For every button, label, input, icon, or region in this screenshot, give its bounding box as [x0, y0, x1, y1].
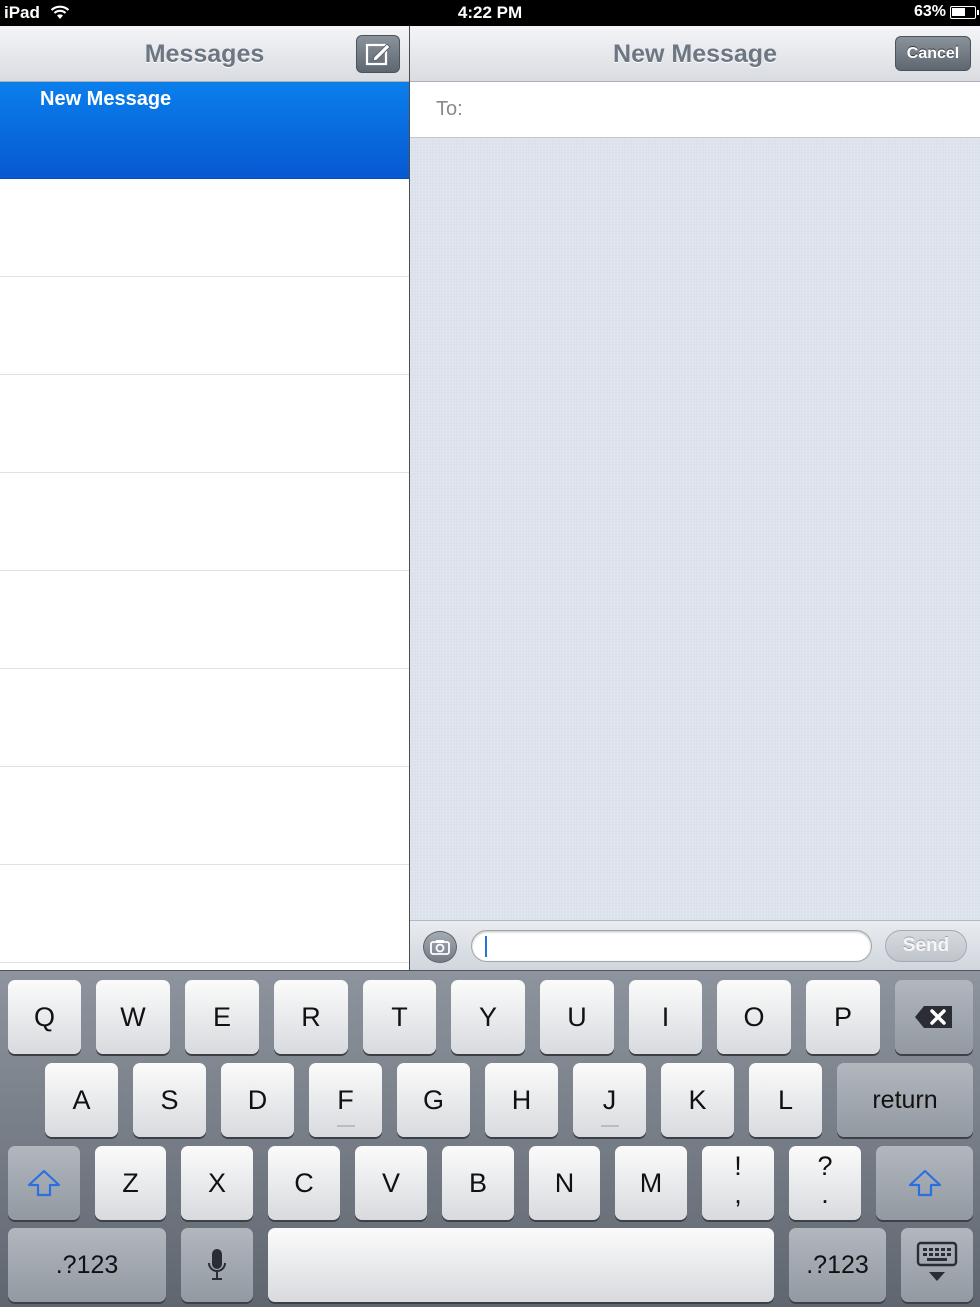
key-f[interactable]: F — [309, 1063, 382, 1137]
home-row-marker — [600, 1125, 619, 1127]
hide-keyboard-icon — [916, 1241, 958, 1281]
status-bar: iPad 4:22 PM 63% — [0, 0, 980, 26]
list-item — [0, 767, 409, 865]
key-p[interactable]: P — [806, 980, 880, 1054]
key-d[interactable]: D — [221, 1063, 294, 1137]
battery-percent: 63% — [913, 3, 946, 20]
list-item — [0, 865, 409, 963]
message-input[interactable] — [471, 930, 872, 962]
key-h[interactable]: H — [485, 1063, 558, 1137]
key-question-period[interactable]: ? . — [789, 1146, 861, 1220]
key-e[interactable]: E — [185, 980, 259, 1054]
cancel-button[interactable]: Cancel — [895, 36, 971, 71]
new-message-pane: New Message Cancel To: Send — [410, 26, 980, 970]
conversation-item-title: New Message — [40, 88, 172, 110]
key-exclamation-comma[interactable]: ! , — [702, 1146, 774, 1220]
backspace-icon — [915, 1006, 952, 1028]
shift-key-right[interactable] — [876, 1146, 973, 1220]
new-message-navbar: New Message Cancel — [410, 26, 980, 82]
camera-icon — [430, 940, 450, 955]
text-caret — [485, 936, 487, 957]
key-n[interactable]: N — [529, 1146, 600, 1220]
shift-icon — [27, 1169, 61, 1197]
key-c[interactable]: C — [268, 1146, 340, 1220]
list-item — [0, 571, 409, 669]
list-item — [0, 277, 409, 375]
key-r[interactable]: R — [274, 980, 348, 1054]
battery-icon — [950, 6, 979, 19]
key-g[interactable]: G — [397, 1063, 470, 1137]
key-label-bottom: , — [734, 1179, 742, 1209]
key-m[interactable]: M — [615, 1146, 687, 1220]
key-t[interactable]: T — [363, 980, 436, 1054]
recipient-input[interactable] — [480, 92, 960, 128]
backspace-key[interactable] — [895, 980, 973, 1054]
camera-button[interactable] — [423, 931, 457, 963]
home-row-marker — [336, 1125, 355, 1127]
key-label-top: ? — [817, 1151, 833, 1181]
compose-button[interactable] — [356, 35, 400, 73]
to-label: To: — [436, 98, 463, 120]
shift-key-left[interactable] — [8, 1146, 80, 1220]
onscreen-keyboard: Q W E R T Y U I O P A S D F G H J K L re… — [0, 970, 980, 1307]
return-key[interactable]: return — [837, 1063, 973, 1137]
send-button[interactable]: Send — [885, 930, 967, 962]
recipient-row: To: — [410, 82, 980, 138]
key-s[interactable]: S — [133, 1063, 206, 1137]
key-b[interactable]: B — [442, 1146, 514, 1220]
key-i[interactable]: I — [629, 980, 702, 1054]
clock: 4:22 PM — [457, 3, 523, 22]
list-item — [0, 473, 409, 571]
numbers-key-left[interactable]: .?123 — [8, 1228, 166, 1302]
key-label-bottom: . — [821, 1179, 829, 1209]
key-x[interactable]: X — [181, 1146, 253, 1220]
conversation-list: New Message — [0, 82, 409, 963]
microphone-icon — [208, 1249, 226, 1280]
key-v[interactable]: V — [355, 1146, 427, 1220]
messages-title: Messages — [144, 40, 265, 68]
list-item — [0, 375, 409, 473]
key-label: J — [602, 1085, 617, 1115]
key-o[interactable]: O — [717, 980, 791, 1054]
list-item — [0, 179, 409, 277]
numbers-key-right[interactable]: .?123 — [789, 1228, 886, 1302]
key-q[interactable]: Q — [8, 980, 81, 1054]
key-label-top: ! — [734, 1151, 742, 1181]
messages-navbar: Messages — [0, 26, 409, 82]
key-a[interactable]: A — [45, 1063, 118, 1137]
key-y[interactable]: Y — [451, 980, 525, 1054]
shift-icon — [908, 1169, 941, 1197]
key-label: F — [337, 1085, 354, 1115]
compose-bar: Send — [410, 920, 980, 970]
compose-icon — [365, 43, 391, 66]
list-item — [0, 669, 409, 767]
key-w[interactable]: W — [96, 980, 170, 1054]
space-bar[interactable] — [268, 1228, 774, 1302]
dictation-key[interactable] — [181, 1228, 253, 1302]
hide-keyboard-key[interactable] — [901, 1228, 973, 1302]
conversation-item-new-message[interactable]: New Message — [0, 82, 409, 179]
key-z[interactable]: Z — [95, 1146, 166, 1220]
key-k[interactable]: K — [661, 1063, 734, 1137]
messages-list-pane: Messages New Message — [0, 26, 409, 970]
key-u[interactable]: U — [540, 980, 614, 1054]
conversation-area — [410, 138, 980, 920]
key-j[interactable]: J — [573, 1063, 646, 1137]
key-l[interactable]: L — [749, 1063, 822, 1137]
